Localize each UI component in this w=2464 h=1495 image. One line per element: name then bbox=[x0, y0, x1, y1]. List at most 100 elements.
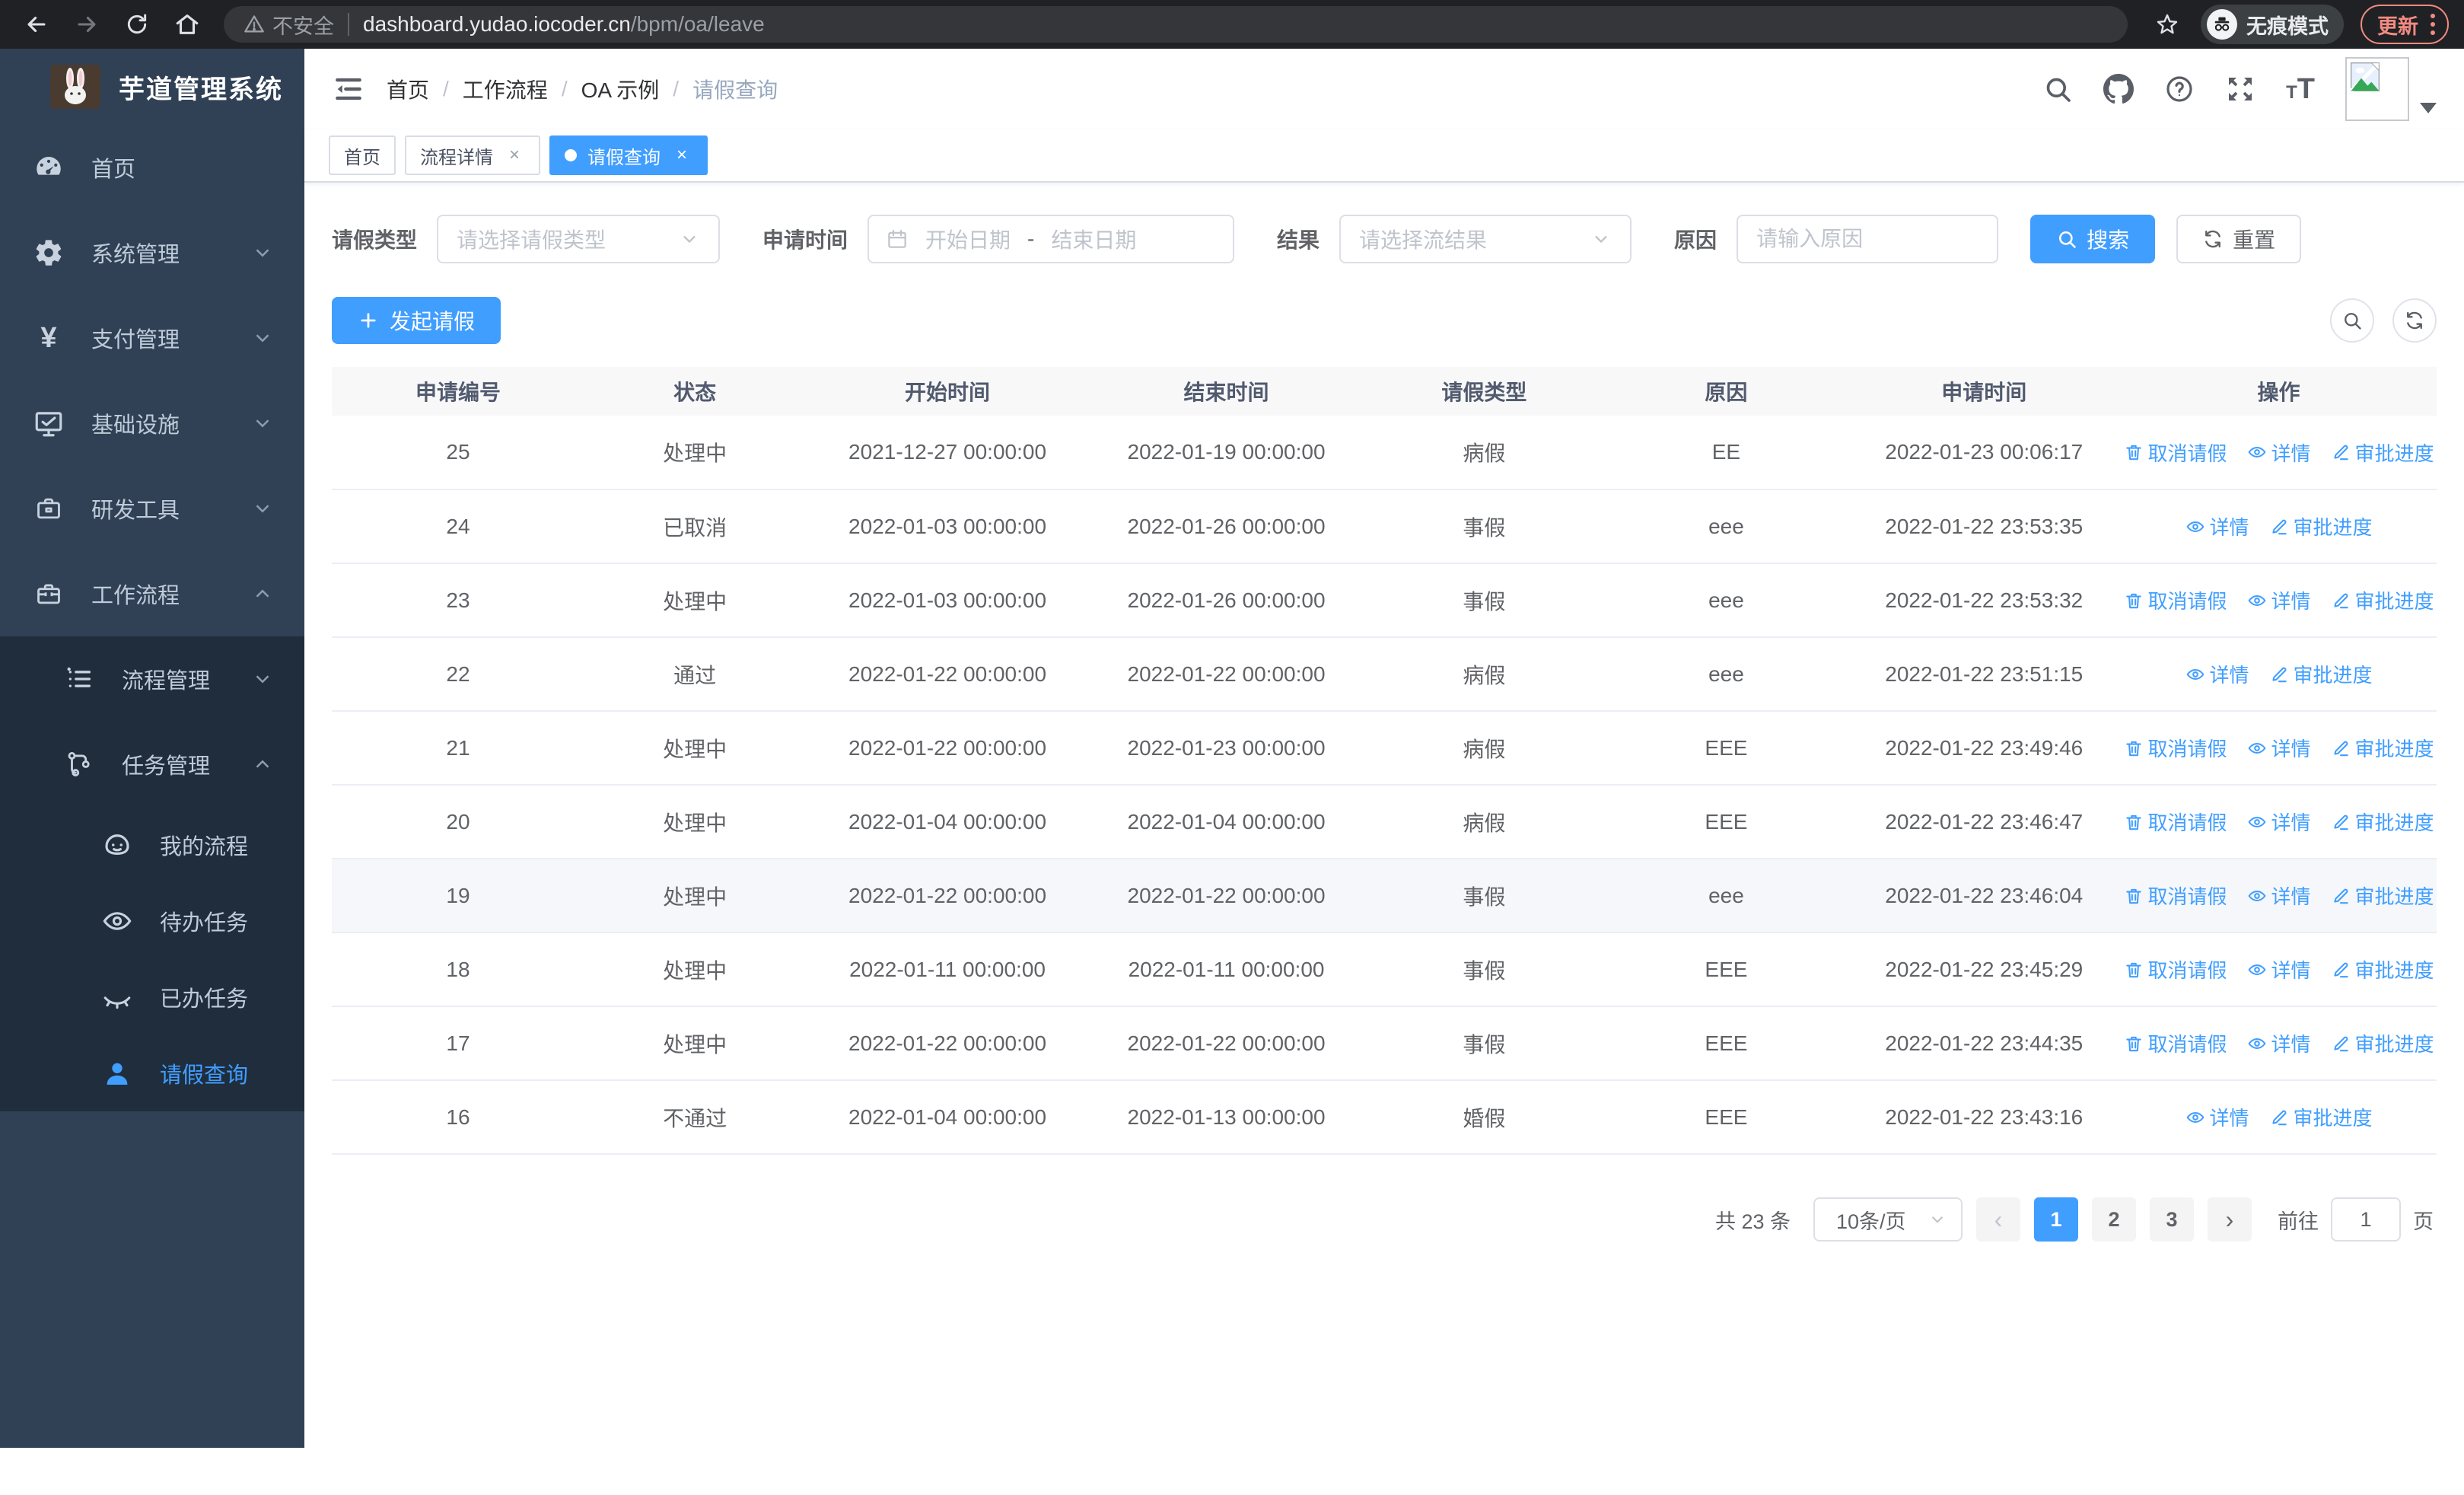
site-security-warning[interactable]: 不安全 bbox=[244, 10, 334, 40]
progress-action-link[interactable]: 审批进度 bbox=[2331, 808, 2434, 836]
tab-流程详情[interactable]: 流程详情 × bbox=[405, 135, 540, 175]
progress-action-link[interactable]: 审批进度 bbox=[2331, 586, 2434, 614]
cell-reason: eee bbox=[1605, 859, 1848, 933]
cell-reason: eee bbox=[1605, 489, 1848, 564]
cell-status: 处理中 bbox=[584, 932, 806, 1007]
browser-reload-icon[interactable] bbox=[116, 3, 158, 46]
detail-action-link[interactable]: 详情 bbox=[2247, 955, 2311, 983]
edit-icon bbox=[2331, 1034, 2351, 1054]
cell-actions: 取消请假 详情 审批进度 bbox=[2121, 932, 2437, 1007]
cancel-action-link[interactable]: 取消请假 bbox=[2124, 1029, 2227, 1057]
progress-action-link[interactable]: 审批进度 bbox=[2331, 955, 2434, 983]
goto-page-input[interactable] bbox=[2331, 1197, 2401, 1242]
browser-update-button[interactable]: 更新 bbox=[2361, 5, 2449, 44]
detail-action-link[interactable]: 详情 bbox=[2247, 438, 2311, 467]
font-size-icon[interactable]: TT bbox=[2286, 73, 2315, 106]
close-icon[interactable]: × bbox=[671, 145, 692, 166]
page-button-2[interactable]: 2 bbox=[2092, 1197, 2136, 1242]
app-logo bbox=[50, 65, 100, 109]
detail-action-link[interactable]: 详情 bbox=[2185, 512, 2249, 540]
cancel-action-link[interactable]: 取消请假 bbox=[2124, 881, 2227, 910]
prev-page-button[interactable]: ‹ bbox=[1976, 1197, 2020, 1242]
action-label: 详情 bbox=[2209, 664, 2249, 687]
result-select[interactable]: 请选择流结果 bbox=[1339, 215, 1632, 263]
progress-action-link[interactable]: 审批进度 bbox=[2269, 1103, 2373, 1131]
page-size-select[interactable]: 10条/页 bbox=[1813, 1197, 1963, 1242]
cancel-action-link[interactable]: 取消请假 bbox=[2124, 438, 2227, 467]
fullscreen-icon[interactable] bbox=[2225, 74, 2255, 104]
breadcrumb-item[interactable]: OA 示例 bbox=[581, 74, 660, 104]
progress-action-link[interactable]: 审批进度 bbox=[2331, 881, 2434, 910]
toggle-search-button[interactable] bbox=[2330, 298, 2374, 343]
sidebar-item-任务管理[interactable]: 任务管理 bbox=[0, 722, 304, 807]
cell-actions: 取消请假 详情 审批进度 bbox=[2121, 785, 2437, 859]
progress-action-link[interactable]: 审批进度 bbox=[2331, 734, 2434, 762]
browser-toolbar: 不安全 dashboard.yudao.iocoder.cn /bpm/oa/l… bbox=[0, 0, 2464, 49]
bookmark-star-icon[interactable] bbox=[2146, 3, 2189, 46]
user-menu[interactable] bbox=[2345, 57, 2437, 121]
submenu-工作流程: 流程管理 任务管理 我的流程 待办任务已办任务请假查询 bbox=[0, 636, 304, 1111]
github-icon[interactable] bbox=[2103, 74, 2135, 104]
sidebar-item-基础设施[interactable]: 基础设施 bbox=[0, 381, 304, 466]
close-icon[interactable]: × bbox=[504, 145, 525, 166]
column-header-申请编号: 申请编号 bbox=[332, 367, 584, 416]
breadcrumb-item[interactable]: 工作流程 bbox=[463, 74, 548, 104]
tab-首页[interactable]: 首页 bbox=[329, 135, 396, 175]
tag-view-bar: 首页 流程详情 × 请假查询 × bbox=[304, 129, 2464, 183]
sidebar-item-支付管理[interactable]: ¥ 支付管理 bbox=[0, 295, 304, 381]
next-page-button[interactable]: › bbox=[2208, 1197, 2252, 1242]
edit-icon bbox=[2269, 1108, 2289, 1127]
sidebar-item-我的流程[interactable]: 我的流程 bbox=[0, 807, 304, 883]
sidebar-item-label: 已办任务 bbox=[160, 987, 249, 1012]
leave-type-select[interactable]: 请选择请假类型 bbox=[437, 215, 721, 263]
breadcrumb-item[interactable]: 首页 bbox=[387, 74, 429, 104]
page-button-3[interactable]: 3 bbox=[2150, 1197, 2194, 1242]
cancel-action-link[interactable]: 取消请假 bbox=[2124, 955, 2227, 983]
browser-home-icon[interactable] bbox=[166, 3, 209, 46]
page-button-1[interactable]: 1 bbox=[2034, 1197, 2078, 1242]
sidebar-item-研发工具[interactable]: 研发工具 bbox=[0, 466, 304, 551]
detail-action-link[interactable]: 详情 bbox=[2247, 881, 2311, 910]
sidebar-item-首页[interactable]: 首页 bbox=[0, 125, 304, 210]
edit-icon bbox=[2331, 886, 2351, 906]
browser-menu-icon[interactable] bbox=[2431, 14, 2435, 35]
detail-action-link[interactable]: 详情 bbox=[2185, 1103, 2249, 1131]
sidebar-collapse-icon[interactable] bbox=[332, 72, 365, 106]
eye-view-icon bbox=[2247, 812, 2267, 832]
browser-back-icon[interactable] bbox=[15, 3, 58, 46]
apply-time-range-picker[interactable]: 开始日期 - 结束日期 bbox=[867, 215, 1235, 263]
sidebar-item-已办任务[interactable]: 已办任务 bbox=[0, 959, 304, 1035]
progress-action-link[interactable]: 审批进度 bbox=[2269, 660, 2373, 688]
create-leave-button[interactable]: 发起请假 bbox=[332, 297, 501, 344]
sidebar-item-流程管理[interactable]: 流程管理 bbox=[0, 636, 304, 722]
page-unit-label: 页 bbox=[2413, 1210, 2434, 1233]
cancel-action-link[interactable]: 取消请假 bbox=[2124, 586, 2227, 614]
reason-input[interactable] bbox=[1737, 215, 1999, 263]
detail-action-link[interactable]: 详情 bbox=[2247, 734, 2311, 762]
reset-button[interactable]: 重置 bbox=[2176, 215, 2302, 263]
app-logo-row[interactable]: 芋道管理系统 bbox=[0, 49, 304, 125]
search-button[interactable]: 搜索 bbox=[2030, 215, 2156, 263]
header-search-icon[interactable] bbox=[2042, 74, 2073, 104]
detail-action-link[interactable]: 详情 bbox=[2185, 660, 2249, 688]
cancel-action-link[interactable]: 取消请假 bbox=[2124, 808, 2227, 836]
progress-action-link[interactable]: 审批进度 bbox=[2331, 1029, 2434, 1057]
progress-action-link[interactable]: 审批进度 bbox=[2331, 438, 2434, 467]
filter-label: 请假类型 bbox=[332, 228, 418, 252]
tab-label: 请假查询 bbox=[587, 147, 661, 168]
detail-action-link[interactable]: 详情 bbox=[2247, 586, 2311, 614]
detail-action-link[interactable]: 详情 bbox=[2247, 1029, 2311, 1057]
sidebar-item-请假查询[interactable]: 请假查询 bbox=[0, 1035, 304, 1111]
browser-forward-icon[interactable] bbox=[65, 3, 108, 46]
cancel-action-link[interactable]: 取消请假 bbox=[2124, 734, 2227, 762]
progress-action-link[interactable]: 审批进度 bbox=[2269, 512, 2373, 540]
row-actions: 取消请假 详情 审批进度 bbox=[2121, 586, 2437, 614]
sidebar-item-工作流程[interactable]: 工作流程 bbox=[0, 551, 304, 636]
sidebar-item-系统管理[interactable]: 系统管理 bbox=[0, 210, 304, 295]
refresh-table-button[interactable] bbox=[2392, 298, 2437, 343]
tab-请假查询[interactable]: 请假查询 × bbox=[549, 135, 708, 175]
sidebar-item-待办任务[interactable]: 待办任务 bbox=[0, 883, 304, 959]
detail-action-link[interactable]: 详情 bbox=[2247, 808, 2311, 836]
url-bar[interactable]: 不安全 dashboard.yudao.iocoder.cn /bpm/oa/l… bbox=[224, 6, 2128, 43]
help-icon[interactable] bbox=[2164, 74, 2195, 104]
